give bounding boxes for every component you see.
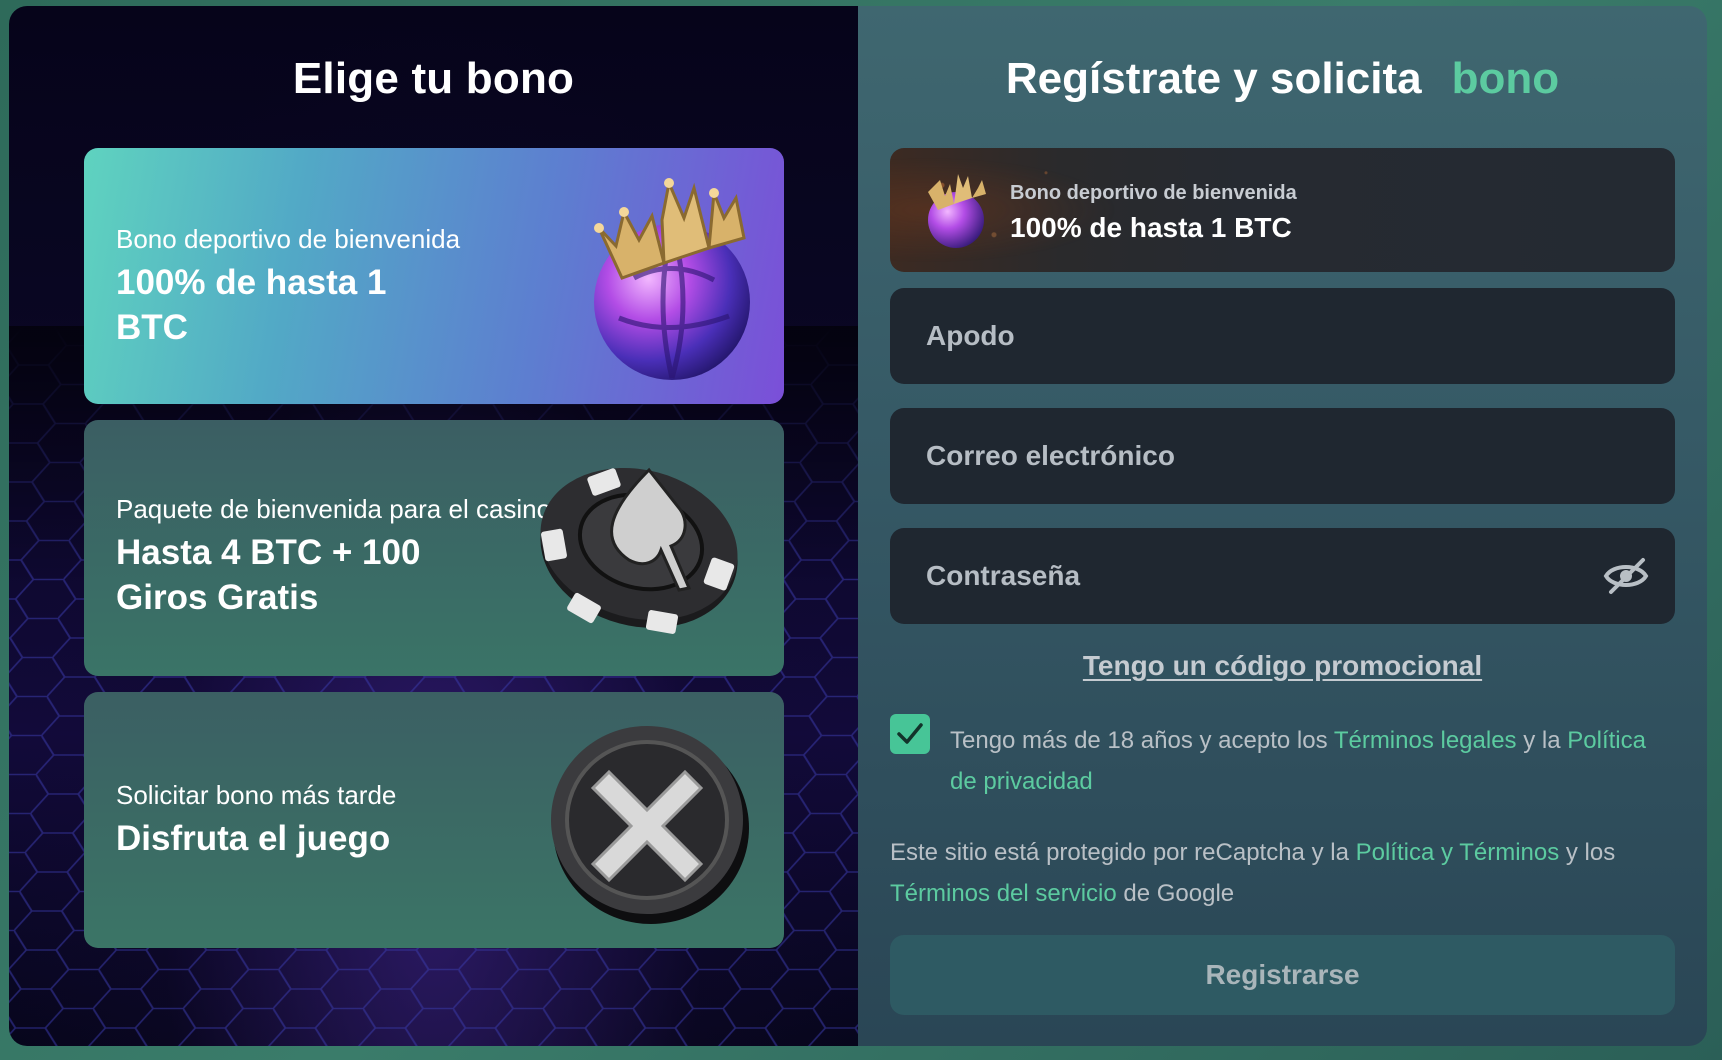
terms-text-before: Tengo más de 18 años y acepto los xyxy=(950,727,1334,754)
bonus-card-subtitle: Paquete de bienvenida para el casino xyxy=(116,494,552,524)
registration-modal: Elige tu bono Bono deportivo de bienveni… xyxy=(9,6,1707,1046)
promo-code-link[interactable]: Tengo un código promocional xyxy=(1083,650,1482,681)
bonus-card-later[interactable]: Solicitar bono más tarde Disfruta el jue… xyxy=(84,692,784,948)
bonus-card-subtitle: Solicitar bono más tarde xyxy=(116,780,397,810)
crowned-soccer-ball-icon xyxy=(594,177,750,380)
bonus-card-casino[interactable]: Paquete de bienvenida para el casino Has… xyxy=(84,420,784,676)
bonus-card-headline: Hasta 4 BTC + 100 Giros Gratis xyxy=(116,533,421,617)
terms-text: Tengo más de 18 años y acepto los Términ… xyxy=(950,720,1670,802)
right-title-accent: bono xyxy=(1451,54,1560,103)
promo-code-container: Tengo un código promocional xyxy=(858,650,1707,682)
x-coin-icon xyxy=(551,726,749,924)
selected-bonus-summary: Bono deportivo de bienvenida 100% de has… xyxy=(890,148,1675,272)
crowned-soccer-ball-icon xyxy=(928,174,986,248)
captcha-text-mid: y los xyxy=(1559,839,1616,866)
captcha-text-after: de Google xyxy=(1116,880,1235,907)
captcha-policy-link[interactable]: Política y Términos xyxy=(1356,839,1560,866)
register-button[interactable]: Registrarse xyxy=(890,935,1675,1015)
right-title: Regístrate y solicita bono xyxy=(858,54,1707,104)
nickname-input[interactable] xyxy=(890,288,1675,384)
nickname-field-wrapper xyxy=(890,288,1675,384)
right-title-main: Regístrate y solicita xyxy=(1005,54,1422,103)
bonus-card-headline: Disfruta el juego xyxy=(116,819,391,858)
registration-panel: Regístrate y solicita bono Bono deportivo… xyxy=(858,6,1707,1046)
terms-text-mid: y la xyxy=(1516,727,1568,754)
captcha-text-before: Este sitio está protegido por reCaptcha … xyxy=(890,839,1356,866)
bonus-card-headline: 100% de hasta 1 BTC xyxy=(116,263,387,347)
email-field-wrapper xyxy=(890,408,1675,504)
password-input[interactable] xyxy=(890,528,1675,624)
selected-bonus-subtitle: Bono deportivo de bienvenida xyxy=(1010,182,1297,204)
left-title: Elige tu bono xyxy=(292,54,575,103)
checkmark-icon xyxy=(897,723,923,744)
bonus-card-sports[interactable]: Bono deportivo de bienvenida 100% de has… xyxy=(84,148,784,404)
legal-terms-link[interactable]: Términos legales xyxy=(1334,727,1517,754)
selected-bonus-headline: 100% de hasta 1 BTC xyxy=(1010,212,1292,243)
captcha-service-link[interactable]: Términos del servicio xyxy=(890,880,1117,907)
password-field-wrapper xyxy=(890,528,1675,624)
terms-checkbox[interactable] xyxy=(890,714,930,754)
bonus-card-subtitle: Bono deportivo de bienvenida xyxy=(116,224,461,254)
bonus-selection-panel: Elige tu bono Bono deportivo de bienveni… xyxy=(9,6,858,1046)
recaptcha-notice: Este sitio está protegido por reCaptcha … xyxy=(890,832,1680,914)
email-input[interactable] xyxy=(890,408,1675,504)
poker-chip-spade-icon xyxy=(540,467,738,634)
eye-off-icon[interactable] xyxy=(1603,556,1649,596)
